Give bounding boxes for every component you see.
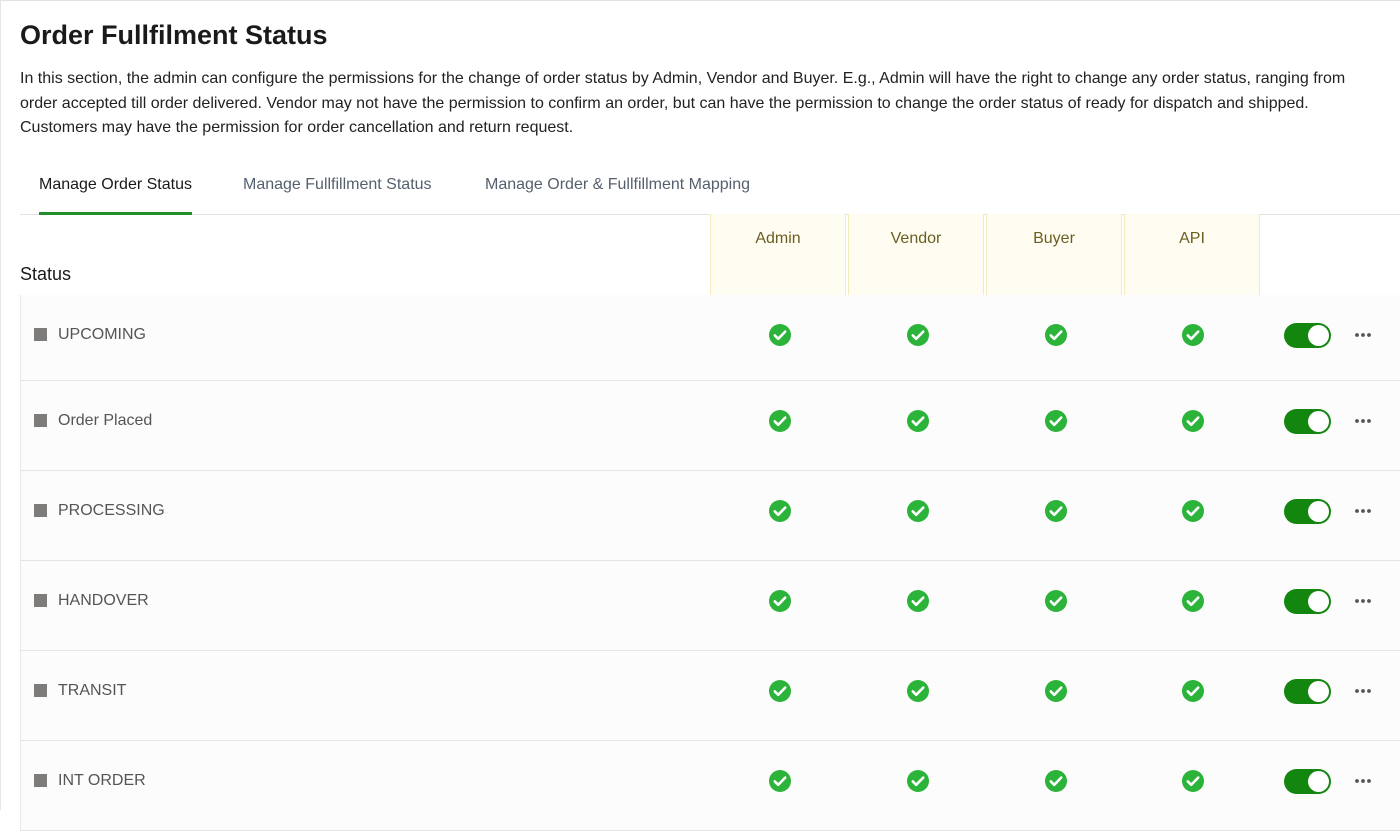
status-toggle[interactable]: [1284, 323, 1331, 348]
table-row: PROCESSING: [20, 471, 1400, 561]
square-icon: [34, 684, 47, 697]
check-circle-icon[interactable]: [1181, 323, 1205, 347]
more-horizontal-icon[interactable]: [1353, 679, 1373, 703]
check-circle-icon[interactable]: [1181, 409, 1205, 433]
square-icon: [34, 414, 47, 427]
table-row: UPCOMING: [20, 295, 1400, 381]
row-status-label: HANDOVER: [58, 592, 149, 609]
check-circle-icon[interactable]: [1181, 589, 1205, 613]
check-circle-icon[interactable]: [1181, 499, 1205, 523]
check-circle-icon[interactable]: [1044, 769, 1068, 793]
check-circle-icon[interactable]: [1044, 499, 1068, 523]
row-status-label: Order Placed: [58, 412, 153, 429]
more-horizontal-icon[interactable]: [1353, 769, 1373, 793]
tab-manage-order-status[interactable]: Manage Order Status: [39, 176, 192, 215]
page-title: Order Fullfilment Status: [20, 20, 328, 50]
check-circle-icon[interactable]: [906, 409, 930, 433]
check-circle-icon[interactable]: [906, 589, 930, 613]
status-toggle[interactable]: [1284, 499, 1331, 524]
check-circle-icon[interactable]: [768, 409, 792, 433]
status-toggle[interactable]: [1284, 589, 1331, 614]
column-header-admin: Admin: [755, 230, 801, 247]
more-horizontal-icon[interactable]: [1353, 589, 1373, 613]
check-circle-icon[interactable]: [1181, 769, 1205, 793]
top-border: [0, 0, 1400, 1]
check-circle-icon[interactable]: [768, 323, 792, 347]
more-horizontal-icon[interactable]: [1353, 499, 1373, 523]
toggle-knob: [1308, 591, 1329, 612]
status-toggle[interactable]: [1284, 679, 1331, 704]
check-circle-icon[interactable]: [768, 769, 792, 793]
check-circle-icon[interactable]: [1181, 679, 1205, 703]
check-circle-icon[interactable]: [906, 769, 930, 793]
check-circle-icon[interactable]: [1044, 323, 1068, 347]
check-circle-icon[interactable]: [1044, 679, 1068, 703]
check-circle-icon[interactable]: [768, 679, 792, 703]
column-header-api: API: [1179, 230, 1205, 247]
check-circle-icon[interactable]: [1044, 589, 1068, 613]
square-icon: [34, 328, 47, 341]
left-border: [0, 0, 1, 810]
page-description: In this section, the admin can configure…: [20, 70, 1346, 136]
toggle-knob: [1308, 771, 1329, 792]
table-row: HANDOVER: [20, 561, 1400, 651]
row-status-label: INT ORDER: [58, 772, 146, 789]
toggle-knob: [1308, 501, 1329, 522]
tab-bar: Manage Order Status Manage Fullfillment …: [20, 168, 1400, 215]
status-toggle[interactable]: [1284, 409, 1331, 434]
square-icon: [34, 774, 47, 787]
tab-manage-order-fullfillment-mapping[interactable]: Manage Order & Fullfillment Mapping: [485, 176, 750, 214]
more-horizontal-icon[interactable]: [1353, 323, 1373, 347]
more-horizontal-icon[interactable]: [1353, 409, 1373, 433]
check-circle-icon[interactable]: [1044, 409, 1068, 433]
square-icon: [34, 504, 47, 517]
row-status-label: PROCESSING: [58, 502, 165, 519]
status-toggle[interactable]: [1284, 769, 1331, 794]
table-row: INT ORDER: [20, 741, 1400, 831]
tab-manage-fullfillment-status[interactable]: Manage Fullfillment Status: [243, 176, 432, 214]
check-circle-icon[interactable]: [906, 679, 930, 703]
square-icon: [34, 594, 47, 607]
toggle-knob: [1308, 411, 1329, 432]
row-status-label: UPCOMING: [58, 326, 146, 343]
toggle-knob: [1308, 681, 1329, 702]
check-circle-icon[interactable]: [906, 499, 930, 523]
table-row: Order Placed: [20, 381, 1400, 471]
column-header-vendor: Vendor: [890, 230, 942, 247]
status-column-header: Status: [20, 264, 72, 284]
column-header-buyer: Buyer: [1033, 230, 1075, 247]
check-circle-icon[interactable]: [768, 499, 792, 523]
toggle-knob: [1308, 325, 1329, 346]
table-row: TRANSIT: [20, 651, 1400, 741]
check-circle-icon[interactable]: [768, 589, 792, 613]
check-circle-icon[interactable]: [906, 323, 930, 347]
row-status-label: TRANSIT: [58, 682, 127, 699]
